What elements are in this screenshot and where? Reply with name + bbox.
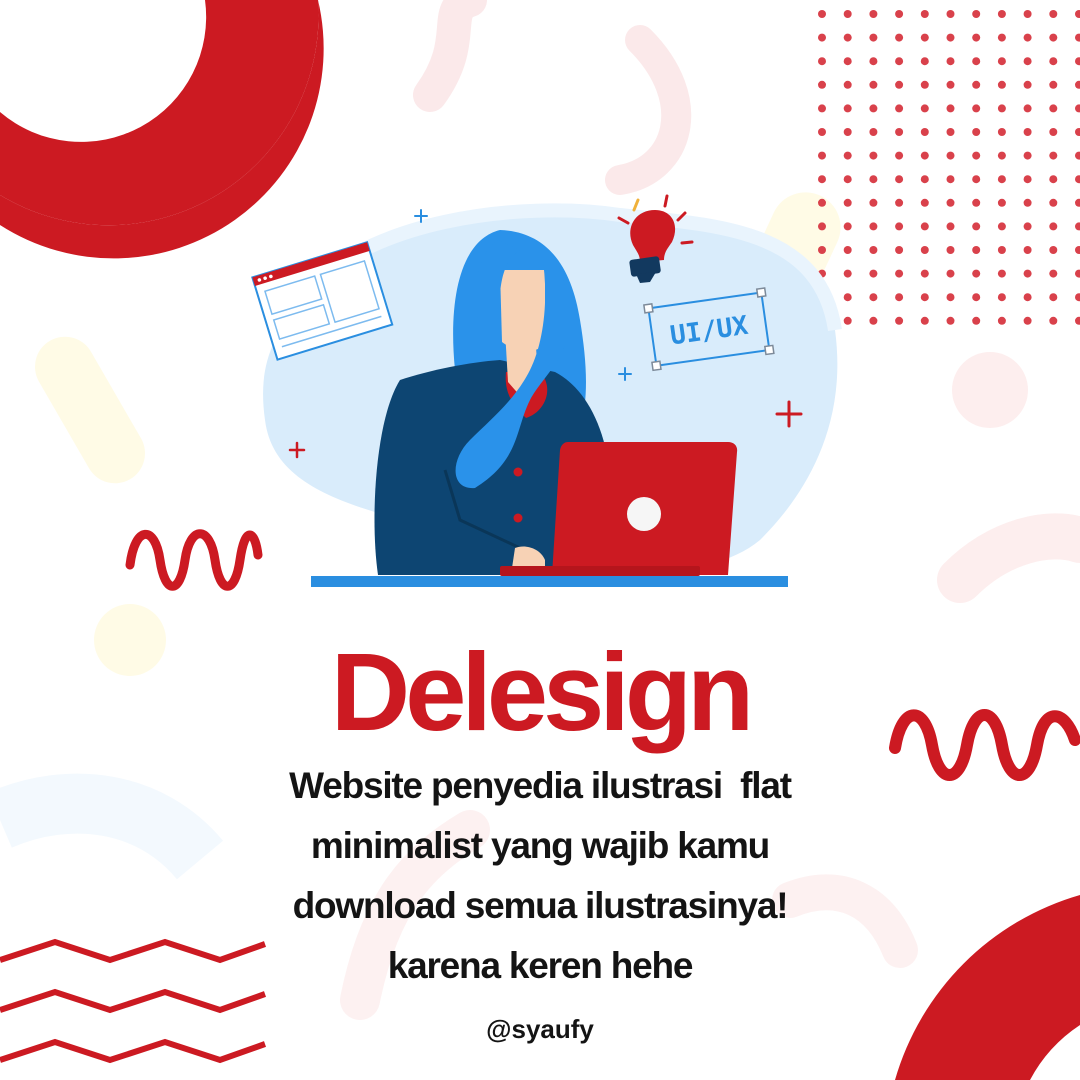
author-handle: @syaufy <box>486 1014 594 1044</box>
headline-title: Delesign <box>330 631 754 754</box>
description-line-3: download semua ilustrasinya! <box>292 885 789 926</box>
description-line-2: minimalist yang wajib kamu <box>310 825 770 866</box>
poster: UI/UX Delesign Website penyedia ilustras… <box>0 0 1080 1080</box>
description-text: Website penyedia ilustrasi flat minimali… <box>180 756 900 996</box>
desk-line <box>311 576 788 587</box>
description-line-1: Website penyedia ilustrasi flat <box>289 765 792 806</box>
description-line-4: karena keren hehe <box>387 945 694 986</box>
